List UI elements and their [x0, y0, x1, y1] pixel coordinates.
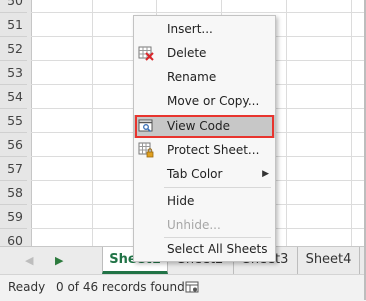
menu-item-label: Delete	[167, 46, 207, 60]
menu-item-select-all-sheets[interactable]: Select All Sheets	[134, 238, 275, 260]
menu-item-delete[interactable]: Delete	[134, 42, 275, 64]
submenu-arrow-icon: ▶	[262, 169, 269, 179]
gridline	[286, 0, 287, 246]
menu-item-move-or-copy[interactable]: Move or Copy...	[134, 90, 275, 112]
gridline	[351, 0, 352, 246]
menu-item-label: Unhide...	[167, 218, 221, 232]
row-header-59[interactable]: 59	[0, 205, 27, 229]
menu-item-view-code[interactable]: View Code	[134, 115, 275, 138]
menu-item-hide[interactable]: Hide	[134, 190, 275, 212]
menu-item-label: Move or Copy...	[167, 94, 260, 108]
row-header-58[interactable]: 58	[0, 181, 27, 205]
row-header-54[interactable]: 54	[0, 85, 27, 109]
row-header-55[interactable]: 55	[0, 109, 27, 133]
status-bar: Ready 0 of 46 records found	[0, 274, 366, 301]
row-header-56[interactable]: 56	[0, 133, 27, 157]
menu-item-rename[interactable]: Rename	[134, 66, 275, 88]
gridline	[92, 0, 93, 246]
tab-scroll-right-icon[interactable]: ▶	[55, 254, 63, 267]
menu-item-protect-sheet[interactable]: Protect Sheet...	[134, 139, 275, 161]
menu-item-label: Protect Sheet...	[167, 143, 260, 157]
sheet-tab-context-menu: Insert... Delete Rename Move or Copy...	[133, 15, 276, 262]
menu-item-label: View Code	[167, 119, 231, 133]
tab-scroll-left-icon[interactable]: ◀	[25, 254, 33, 267]
row-header-53[interactable]: 53	[0, 61, 27, 85]
status-records-text: 0 of 46 records found	[56, 280, 185, 294]
menu-item-label: Hide	[167, 194, 195, 208]
delete-sheet-icon	[138, 45, 154, 61]
menu-separator	[164, 187, 271, 188]
menu-item-label: Rename	[167, 70, 217, 84]
view-code-icon	[138, 118, 154, 134]
status-ready-text: Ready	[8, 280, 46, 294]
row-header-57[interactable]: 57	[0, 157, 27, 181]
row-header-51[interactable]: 51	[0, 13, 27, 37]
row-header-52[interactable]: 52	[0, 37, 27, 61]
menu-item-label: Select All Sheets	[167, 242, 268, 256]
menu-item-unhide: Unhide...	[134, 214, 275, 236]
row-headers: 50 51 52 53 54 55 56 57 58 59 60 61 62	[0, 0, 32, 301]
gridline	[31, 12, 366, 13]
sheet-tab-sheet4[interactable]: Sheet4	[298, 247, 360, 274]
menu-item-label: Tab Color	[167, 167, 223, 181]
row-header-50[interactable]: 50	[0, 0, 27, 13]
menu-item-label: Insert...	[167, 22, 213, 36]
protect-sheet-icon	[138, 142, 154, 158]
menu-item-insert[interactable]: Insert...	[134, 18, 275, 40]
macro-record-icon[interactable]	[185, 280, 199, 297]
menu-item-tab-color[interactable]: Tab Color ▶	[134, 163, 275, 185]
